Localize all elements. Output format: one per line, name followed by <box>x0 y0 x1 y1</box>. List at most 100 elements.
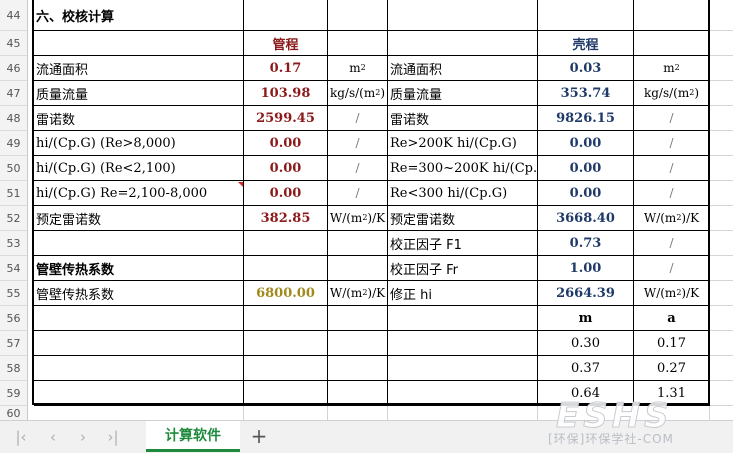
tube-label[interactable]: 管壁传热系数 <box>34 256 244 281</box>
shell-unit[interactable]: / <box>634 156 710 181</box>
shell-value[interactable]: 0.00 <box>538 181 634 206</box>
empty-cell[interactable] <box>710 81 733 106</box>
empty-cell[interactable] <box>34 331 244 356</box>
row-number[interactable]: 60 <box>0 406 27 421</box>
empty-cell[interactable] <box>328 381 388 406</box>
add-sheet-icon[interactable]: + <box>248 425 270 447</box>
worksheet-grid[interactable]: 六、校核计算 管程 壳程 流通面积 0.17 m 2 流通面积 0.03 m 2 质量流量 103.98… <box>28 0 733 420</box>
shell-label[interactable]: Re=300~200K hi/(Cp.G) <box>388 156 538 181</box>
shell-label[interactable]: 雷诺数 <box>388 106 538 131</box>
empty-cell[interactable] <box>710 0 733 31</box>
empty-cell[interactable] <box>634 0 710 31</box>
tube-label[interactable]: hi/(Cp.G) (Re<2,100) <box>34 156 244 181</box>
empty-cell[interactable] <box>388 0 538 31</box>
tube-value[interactable]: 0.00 <box>244 156 328 181</box>
empty-cell[interactable] <box>244 306 328 331</box>
shell-value[interactable]: 0.00 <box>538 156 634 181</box>
shell-value[interactable]: 0.00 <box>538 131 634 156</box>
shell-unit[interactable]: / <box>634 106 710 131</box>
empty-cell[interactable] <box>538 0 634 31</box>
empty-cell[interactable] <box>244 356 328 381</box>
tube-label[interactable]: 预定雷诺数 <box>34 206 244 231</box>
empty-cell[interactable] <box>244 0 328 31</box>
row-number[interactable]: 47 <box>0 81 27 106</box>
empty-cell[interactable] <box>634 406 710 420</box>
empty-cell[interactable] <box>710 356 733 381</box>
empty-cell[interactable] <box>34 31 244 56</box>
shell-value[interactable]: 9826.15 <box>538 106 634 131</box>
empty-cell[interactable] <box>34 381 244 406</box>
shell-value[interactable]: 2664.39 <box>538 281 634 306</box>
row-number[interactable]: 50 <box>0 156 27 181</box>
shell-label[interactable]: 修正 hi <box>388 281 538 306</box>
row-number[interactable]: 52 <box>0 206 27 231</box>
empty-cell[interactable] <box>34 306 244 331</box>
empty-cell[interactable] <box>634 31 710 56</box>
empty-cell[interactable] <box>710 206 733 231</box>
empty-cell[interactable] <box>388 306 538 331</box>
first-sheet-nav-icon[interactable]: |‹ <box>12 429 30 445</box>
tube-label[interactable]: 流通面积 <box>34 56 244 81</box>
empty-cell[interactable] <box>710 231 733 256</box>
tube-value[interactable]: 2599.45 <box>244 106 328 131</box>
empty-cell[interactable] <box>538 406 634 420</box>
tube-unit[interactable]: / <box>328 156 388 181</box>
empty-cell[interactable] <box>710 106 733 131</box>
shell-label[interactable]: 校正因子 Fr <box>388 256 538 281</box>
tube-side-header[interactable]: 管程 <box>244 31 328 56</box>
empty-cell[interactable] <box>710 256 733 281</box>
empty-cell[interactable] <box>710 131 733 156</box>
tube-unit[interactable]: W/(m 2)/K <box>328 281 388 306</box>
empty-cell[interactable] <box>328 256 388 281</box>
row-number[interactable]: 44 <box>0 0 27 31</box>
tube-value[interactable] <box>244 256 328 281</box>
shell-value[interactable]: 3668.40 <box>538 206 634 231</box>
empty-cell[interactable] <box>710 406 733 420</box>
row-number[interactable]: 49 <box>0 131 27 156</box>
tube-unit[interactable]: kg/s/(m 2) <box>328 81 388 106</box>
empty-cell[interactable] <box>710 56 733 81</box>
tube-label[interactable]: 管壁传热系数 <box>34 281 244 306</box>
a-value[interactable]: 0.27 <box>634 356 710 381</box>
row-number[interactable]: 55 <box>0 281 27 306</box>
empty-cell[interactable] <box>328 331 388 356</box>
last-sheet-nav-icon[interactable]: ›| <box>104 429 122 445</box>
shell-unit[interactable]: W/(m 2)/K <box>634 281 710 306</box>
empty-cell[interactable] <box>710 381 733 406</box>
tube-label[interactable]: hi/(Cp.G) (Re>8,000) <box>34 131 244 156</box>
empty-cell[interactable] <box>388 331 538 356</box>
tube-value[interactable]: 6800.00 <box>244 281 328 306</box>
empty-cell[interactable] <box>34 356 244 381</box>
a-header[interactable]: a <box>634 306 710 331</box>
empty-cell[interactable] <box>710 281 733 306</box>
row-number[interactable]: 45 <box>0 31 27 56</box>
row-number[interactable]: 59 <box>0 381 27 406</box>
empty-cell[interactable] <box>328 231 388 256</box>
row-number[interactable]: 51 <box>0 181 27 206</box>
tube-value[interactable]: 0.00 <box>244 131 328 156</box>
empty-cell[interactable] <box>388 381 538 406</box>
tube-value[interactable]: 382.85 <box>244 206 328 231</box>
shell-unit[interactable]: / <box>634 256 710 281</box>
empty-cell[interactable] <box>244 406 328 420</box>
shell-value[interactable]: 0.73 <box>538 231 634 256</box>
shell-value[interactable]: 1.00 <box>538 256 634 281</box>
tube-unit[interactable]: W/(m 2)/K <box>328 206 388 231</box>
sheet-tab-active[interactable]: 计算软件 <box>146 421 240 452</box>
empty-cell[interactable] <box>710 306 733 331</box>
a-value[interactable]: 0.17 <box>634 331 710 356</box>
empty-cell[interactable] <box>388 406 538 420</box>
empty-cell[interactable] <box>328 31 388 56</box>
shell-unit[interactable]: / <box>634 231 710 256</box>
empty-cell[interactable] <box>710 181 733 206</box>
row-number[interactable]: 48 <box>0 106 27 131</box>
empty-cell[interactable] <box>388 356 538 381</box>
shell-value[interactable]: 0.03 <box>538 56 634 81</box>
empty-cell[interactable] <box>328 0 388 31</box>
tube-label[interactable]: hi/(Cp.G) Re=2,100-8,000 <box>34 181 244 206</box>
empty-cell[interactable] <box>328 356 388 381</box>
empty-cell[interactable] <box>328 306 388 331</box>
row-number[interactable]: 46 <box>0 56 27 81</box>
empty-cell[interactable] <box>710 156 733 181</box>
empty-cell[interactable] <box>34 406 244 420</box>
